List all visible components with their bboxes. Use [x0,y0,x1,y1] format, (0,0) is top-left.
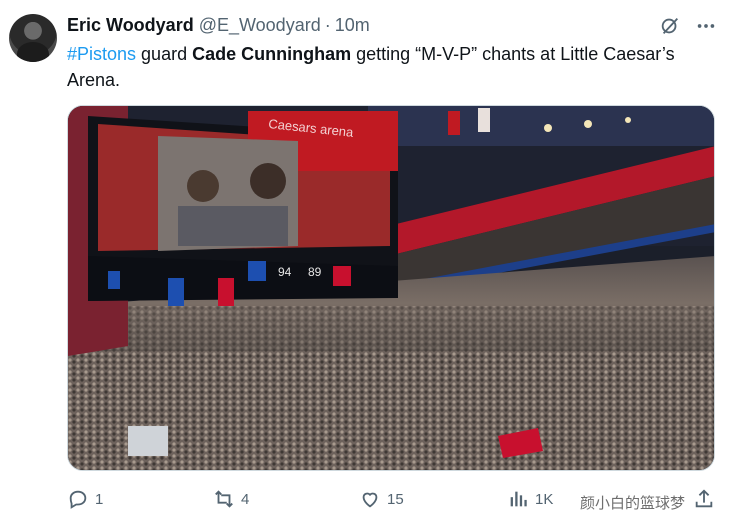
author-handle[interactable]: @E_Woodyard [199,15,321,36]
tweet-text-part: guard [136,44,193,64]
like-icon [362,492,378,508]
views-icon [510,491,527,507]
tweet-header: Eric Woodyard @E_Woodyard · 10m [67,14,370,36]
views-button[interactable]: 1K [507,484,553,514]
like-count: 15 [387,490,404,508]
retweet-icon [215,490,233,508]
watermark: 颜小白的篮球梦 [580,494,686,512]
scoreboard-score-left: 94 [278,265,292,279]
reply-button[interactable]: 1 [67,484,103,514]
tweet-media-video[interactable]: 94 89 Caesars arena [67,105,715,471]
reply-count: 1 [95,490,104,508]
retweet-button[interactable]: 4 [213,484,249,514]
more-icon[interactable] [694,14,718,38]
timestamp[interactable]: 10m [335,15,370,36]
retweet-count: 4 [241,490,250,508]
reply-icon [69,490,87,509]
share-icon [695,489,713,508]
tweet-text: #Pistons guard Cade Cunningham getting “… [67,41,707,93]
scoreboard-score-right: 89 [308,265,322,279]
share-button[interactable] [693,484,715,514]
like-button[interactable]: 15 [359,484,404,514]
hashtag-link[interactable]: #Pistons [67,44,136,64]
grok-icon[interactable] [658,14,682,38]
avatar[interactable] [9,14,57,62]
author-name[interactable]: Eric Woodyard [67,15,194,36]
tweet-text-bold: Cade Cunningham [192,44,352,64]
separator-dot: · [324,14,331,35]
views-count: 1K [535,490,554,508]
